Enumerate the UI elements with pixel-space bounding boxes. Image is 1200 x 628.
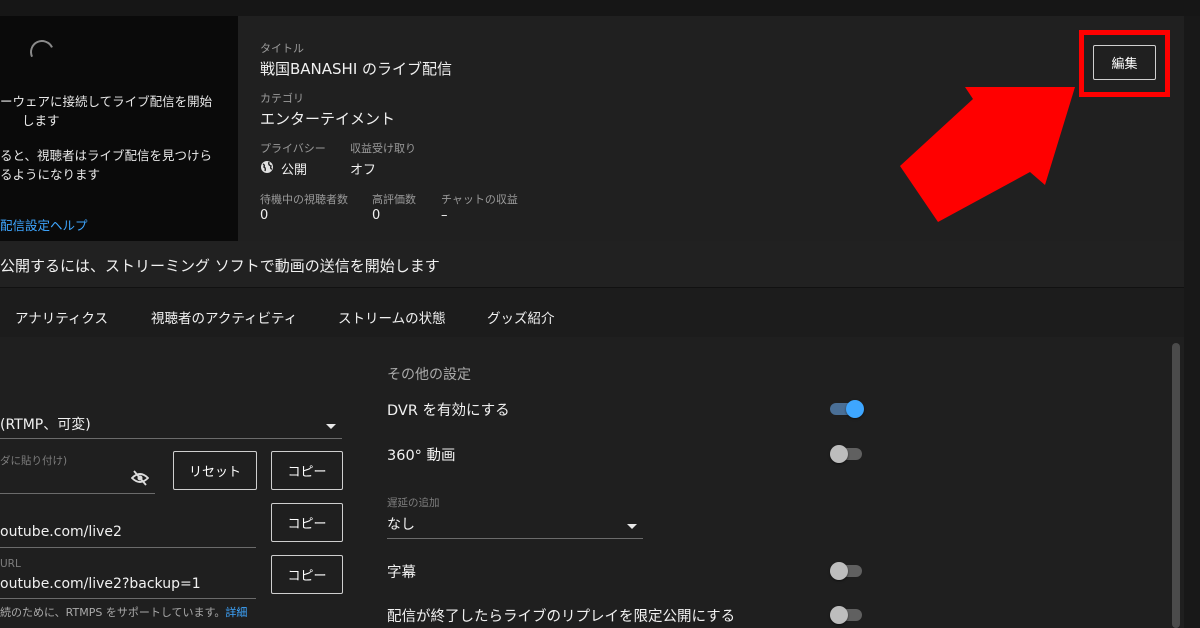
reset-button[interactable]: リセット xyxy=(173,451,257,490)
copy-backup-url-button[interactable]: コピー xyxy=(271,555,343,594)
dvr-label: DVR を有効にする xyxy=(387,403,510,419)
monetization-label: 収益受け取り xyxy=(350,142,416,155)
likes-label: 高評価数 xyxy=(372,193,416,206)
stream-settings-help-link[interactable]: 配信設定ヘルプ xyxy=(0,215,88,234)
visibility-off-icon[interactable] xyxy=(131,470,149,486)
tab-analytics[interactable]: アナリティクス xyxy=(15,307,108,327)
replay-unlisted-toggle-knob[interactable] xyxy=(830,606,848,624)
preview-message-line1: ーウェアに接続してライブ配信を開始 xyxy=(0,94,213,109)
server-url-underline xyxy=(0,547,256,548)
captions-toggle-knob[interactable] xyxy=(830,562,848,580)
captions-label: 字幕 xyxy=(387,565,416,581)
status-banner-text: 公開するには、ストリーミング ソフトで動画の送信を開始します xyxy=(0,257,440,275)
stream-key-label: ダに貼り付け) xyxy=(0,455,68,467)
privacy-label: プライバシー xyxy=(260,142,326,155)
dvr-toggle-knob[interactable] xyxy=(846,400,864,418)
stream-key-type-select-value[interactable]: (RTMP、可変) xyxy=(0,414,91,434)
category-value: エンターテイメント xyxy=(260,110,396,128)
preview-message-line2: します xyxy=(22,113,60,128)
backup-url-value[interactable]: outube.com/live2?backup=1 xyxy=(0,576,201,592)
latency-label: 遅延の追加 xyxy=(387,497,440,509)
copy-server-url-button[interactable]: コピー xyxy=(271,503,343,542)
tab-merchandise[interactable]: グッズ紹介 xyxy=(487,307,555,327)
waiting-viewers-value: 0 xyxy=(260,208,269,223)
stream-key-type-underline xyxy=(0,438,342,439)
rtmps-note-text: 続のために、RTMPS をサポートしています。 xyxy=(0,606,226,619)
monetization-value: オフ xyxy=(350,163,377,178)
preview-message-line4: るようになります xyxy=(0,167,101,182)
waiting-viewers-label: 待機中の視聴者数 xyxy=(260,193,348,206)
latency-chevron-down-icon xyxy=(627,524,637,529)
backup-url-underline xyxy=(0,598,256,599)
latency-underline xyxy=(387,538,643,539)
annotation-arrow-icon xyxy=(900,87,1075,222)
annotation-highlight-box xyxy=(1079,30,1170,97)
category-label: カテゴリ xyxy=(260,92,304,105)
stream-title: 戦国BANASHI のライブ配信 xyxy=(260,60,453,78)
stream-key-underline xyxy=(0,493,155,494)
other-settings-title: その他の設定 xyxy=(387,367,471,383)
chevron-down-icon xyxy=(326,424,336,429)
chat-revenue-label: チャットの収益 xyxy=(441,193,518,206)
server-url-value[interactable]: outube.com/live2 xyxy=(0,524,122,540)
likes-value: 0 xyxy=(372,208,381,223)
replay-unlisted-label: 配信が終了したらライブのリプレイを限定公開にする xyxy=(387,609,736,625)
title-label: タイトル xyxy=(260,42,304,55)
chat-revenue-value: – xyxy=(441,208,448,223)
video-360-label: 360° 動画 xyxy=(387,448,456,464)
globe-icon xyxy=(261,161,273,173)
rtmps-note: 続のために、RTMPS をサポートしています。詳細 xyxy=(0,604,247,620)
tab-stream-health[interactable]: ストリームの状態 xyxy=(338,307,446,327)
privacy-value: 公開 xyxy=(281,163,308,178)
rtmps-details-link[interactable]: 詳細 xyxy=(225,606,247,619)
top-bar xyxy=(0,0,1200,16)
preview-message-line3: ると、視聴者はライブ配信を見つけら xyxy=(0,148,213,163)
scrollbar[interactable] xyxy=(1172,343,1180,628)
copy-stream-key-button[interactable]: コピー xyxy=(271,451,343,490)
video-360-toggle-knob[interactable] xyxy=(830,445,848,463)
backup-url-label: URL xyxy=(0,558,21,570)
latency-select-value[interactable]: なし xyxy=(387,514,415,534)
tab-viewer-activity[interactable]: 視聴者のアクティビティ xyxy=(151,307,297,327)
